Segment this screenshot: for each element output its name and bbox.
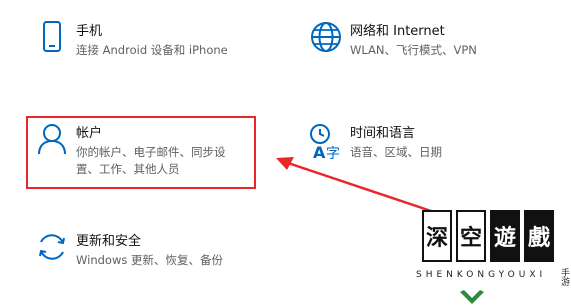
tile-description: Windows 更新、恢复、备份: [76, 253, 223, 267]
settings-tile-network[interactable]: 网络和 Internet WLAN、飞行模式、VPN: [302, 20, 552, 68]
tile-title: 手机: [76, 24, 103, 39]
watermark-subtitle: SHENKONGYOUXI: [416, 270, 547, 280]
tile-description: 语音、区域、日期: [350, 145, 442, 159]
settings-tile-update-security[interactable]: 更新和安全 Windows 更新、恢复、备份: [28, 230, 278, 278]
tile-description: 连接 Android 设备和 iPhone: [76, 43, 228, 57]
time-language-icon: A 字: [302, 122, 350, 170]
phone-icon: [28, 20, 76, 68]
highlight-box: [26, 116, 256, 189]
watermark-side-text: 手游: [559, 268, 569, 286]
tile-title: 网络和 Internet: [350, 24, 445, 39]
watermark-char: 深: [422, 210, 452, 262]
watermark-char: 遊: [490, 210, 520, 262]
sync-icon: [28, 230, 76, 278]
watermark-char: 空: [456, 210, 486, 262]
globe-icon: [302, 20, 350, 68]
tile-title: 更新和安全: [76, 234, 142, 249]
watermark-char: 戲: [524, 210, 554, 262]
settings-tile-time-language[interactable]: A 字 时间和语言 语音、区域、日期: [302, 122, 552, 170]
tile-description: WLAN、飞行模式、VPN: [350, 43, 477, 57]
watermark-logo: 深 空 遊 戲 SHENKONGYOUXI 手游: [416, 204, 571, 307]
svg-text:字: 字: [326, 146, 340, 162]
tile-title: 时间和语言: [350, 126, 416, 141]
svg-text:A: A: [313, 143, 326, 162]
settings-tile-phone[interactable]: 手机 连接 Android 设备和 iPhone: [28, 20, 278, 68]
chevron-down-icon: [460, 290, 484, 304]
